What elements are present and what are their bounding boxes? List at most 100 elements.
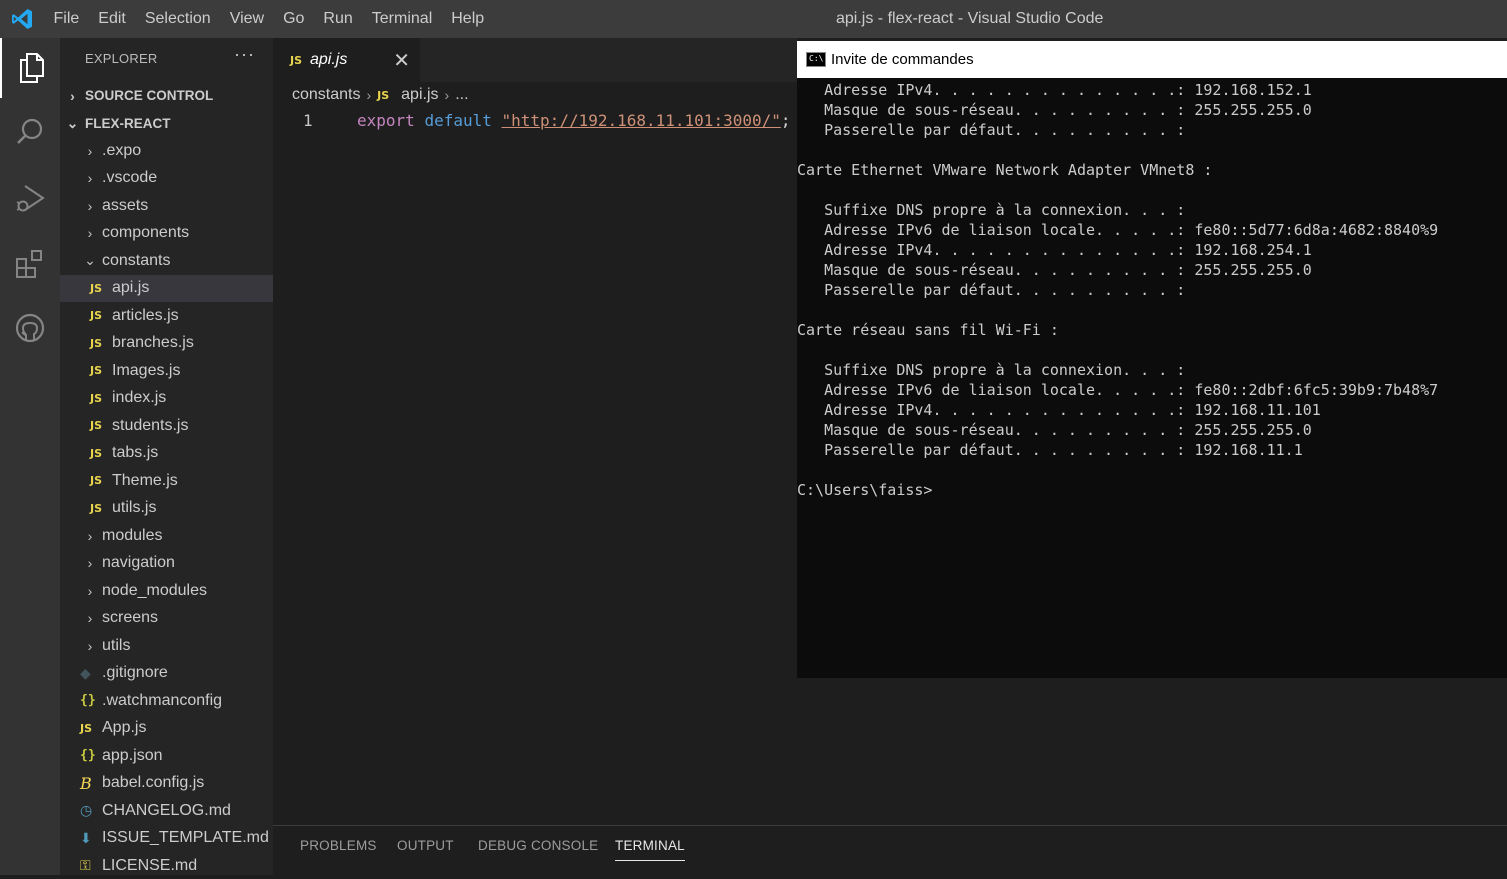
tree-item-modules[interactable]: › modules <box>60 522 273 549</box>
menu-item-selection[interactable]: Selection <box>135 0 220 38</box>
breadcrumb-folder[interactable]: constants <box>292 86 360 104</box>
github-activity-button[interactable] <box>0 298 60 358</box>
source-control-section[interactable]: › SOURCE CONTROL <box>60 82 273 109</box>
run-debug-icon <box>16 185 45 212</box>
tree-item-components[interactable]: › components <box>60 220 273 247</box>
run-debug-activity-button[interactable] <box>0 168 60 228</box>
babel-file-icon: B <box>80 773 92 793</box>
tab-output[interactable]: OUTPUT <box>397 838 454 853</box>
cmd-title: Invite de commandes <box>831 51 974 68</box>
tree-item-changelog-md[interactable]: ◷ CHANGELOG.md <box>60 797 273 824</box>
tree-item-babel-config-js[interactable]: Bbabel.config.js <box>60 770 273 797</box>
tree-item-theme-js[interactable]: JS Theme.js <box>60 467 273 494</box>
tree-item-branches-js[interactable]: JS branches.js <box>60 330 273 357</box>
cmd-line <box>797 180 1507 200</box>
tree-item-index-js[interactable]: JS index.js <box>60 385 273 412</box>
tab-problems[interactable]: PROBLEMS <box>300 838 377 853</box>
js-file-icon: JS <box>90 309 103 322</box>
tree-item-students-js[interactable]: JS students.js <box>60 412 273 439</box>
menu-item-help[interactable]: Help <box>442 0 494 38</box>
close-icon[interactable]: ✕ <box>393 48 410 73</box>
cmd-line: Masque de sous-réseau. . . . . . . . . :… <box>797 261 1312 279</box>
menu-item-file[interactable]: File <box>44 0 89 38</box>
cmd-title-bar[interactable]: C:\ Invite de commandes <box>797 41 1507 78</box>
tab-debug-console[interactable]: DEBUG CONSOLE <box>478 838 598 853</box>
command-prompt-window[interactable]: C:\ Invite de commandes Adresse IPv4. . … <box>797 41 1507 678</box>
menu-item-go[interactable]: Go <box>274 0 314 38</box>
menu-item-terminal[interactable]: Terminal <box>362 0 441 38</box>
tree-item-utils-js[interactable]: JS utils.js <box>60 495 273 522</box>
menu-item-edit[interactable]: Edit <box>89 0 136 38</box>
tree-item-label: tabs.js <box>112 444 159 461</box>
menu-item-run[interactable]: Run <box>314 0 362 38</box>
tree-item-app-js[interactable]: JS App.js <box>60 715 273 742</box>
tab-api-js[interactable]: JS api.js ✕ <box>273 38 420 82</box>
tree-item-constants[interactable]: ⌄ constants <box>60 247 273 274</box>
tree-item-app-json[interactable]: {} app.json <box>60 742 273 769</box>
breadcrumb-file[interactable]: api.js <box>401 86 438 104</box>
cmd-line <box>797 460 1507 480</box>
search-activity-button[interactable] <box>0 102 60 162</box>
js-file-icon: JS <box>90 501 103 515</box>
chevron-down-icon: ⌄ <box>66 115 79 131</box>
extensions-activity-button[interactable] <box>0 234 60 294</box>
tree-item-vscode[interactable]: › .vscode <box>60 165 273 192</box>
tree-item-images-js[interactable]: JS Images.js <box>60 357 273 384</box>
tree-item-label: .gitignore <box>102 664 168 681</box>
string-url[interactable]: "http://192.168.11.101:3000/" <box>502 111 781 130</box>
cmd-line <box>797 140 1507 160</box>
explorer-activity-button[interactable] <box>0 38 62 98</box>
tree-item-label: Images.js <box>112 361 181 379</box>
cmd-icon: C:\ <box>806 52 826 67</box>
json-file-icon: {} <box>80 748 96 763</box>
menu-item-view[interactable]: View <box>220 0 273 38</box>
tree-item-label: Theme.js <box>112 471 178 489</box>
tree-item-label: app.json <box>102 746 163 764</box>
tree-item-assets[interactable]: › assets <box>60 192 273 219</box>
tree-item-label: branches.js <box>112 334 194 351</box>
tree-item-label: CHANGELOG.md <box>102 801 231 819</box>
tree-item-label: api.js <box>112 279 150 296</box>
cmd-line: Adresse IPv6 de liaison locale. . . . .:… <box>797 381 1439 399</box>
chevron-right-icon: › <box>87 582 93 599</box>
tree-item-expo[interactable]: › .expo <box>60 137 273 164</box>
js-file-icon: JS <box>90 336 103 350</box>
breadcrumb: constants › JS api.js › ... <box>292 86 469 104</box>
project-section[interactable]: ⌄ FLEX-REACT <box>60 110 273 137</box>
tree-item-screens[interactable]: › screens <box>60 605 273 632</box>
tree-item-label: articles.js <box>112 306 179 324</box>
cmd-output[interactable]: Adresse IPv4. . . . . . . . . . . . . .:… <box>797 80 1507 500</box>
tab-terminal[interactable]: TERMINAL <box>615 838 685 861</box>
chevron-right-icon: › <box>70 87 75 104</box>
tree-item-articles-js[interactable]: JS articles.js <box>60 302 273 329</box>
explorer-sidebar: EXPLORER ··· › SOURCE CONTROL ⌄ FLEX-REA… <box>60 38 273 875</box>
tree-item-label: LICENSE.md <box>102 856 198 874</box>
tree-item-issue-template-md[interactable]: ⬇ ISSUE_TEMPLATE.md <box>60 825 273 852</box>
tree-item-navigation[interactable]: › navigation <box>60 550 273 577</box>
breadcrumb-more[interactable]: ... <box>455 86 468 104</box>
tree-item-tabs-js[interactable]: JS tabs.js <box>60 440 273 467</box>
tree-item-node-modules[interactable]: › node_modules <box>60 577 273 604</box>
tree-item-label: utils.js <box>112 499 157 516</box>
tree-item-label: components <box>102 224 190 241</box>
cmd-line: Passerelle par défaut. . . . . . . . . : <box>797 121 1186 139</box>
tree-item-gitignore[interactable]: ◆ .gitignore <box>60 660 273 687</box>
tree-item-utils[interactable]: › utils <box>60 632 273 659</box>
tree-item-label: index.js <box>112 389 167 406</box>
tree-item-label: node_modules <box>102 581 207 599</box>
chevron-right-icon: › <box>87 637 93 654</box>
cmd-line: Adresse IPv4. . . . . . . . . . . . . .:… <box>797 241 1312 259</box>
code-text[interactable]: export default "http://192.168.11.101:30… <box>357 110 791 132</box>
code-line[interactable]: 1 export default "http://192.168.11.101:… <box>273 110 797 132</box>
cmd-line: Suffixe DNS propre à la connexion. . . : <box>797 201 1186 219</box>
window-title: api.js - flex-react - Visual Studio Code <box>836 10 1104 27</box>
tree-item-api-js[interactable]: JS api.js <box>60 274 273 302</box>
tree-item-watchmanconfig[interactable]: {} .watchmanconfig <box>60 687 273 714</box>
tab-bar: JS api.js ✕ <box>273 38 797 82</box>
git-file-icon: ◆ <box>80 664 91 681</box>
tree-item-label: .vscode <box>102 169 158 186</box>
tree-item-label: modules <box>102 526 163 544</box>
source-control-label: SOURCE CONTROL <box>85 88 214 103</box>
cmd-line: Masque de sous-réseau. . . . . . . . . :… <box>797 421 1312 439</box>
more-actions-icon[interactable]: ··· <box>234 44 255 65</box>
